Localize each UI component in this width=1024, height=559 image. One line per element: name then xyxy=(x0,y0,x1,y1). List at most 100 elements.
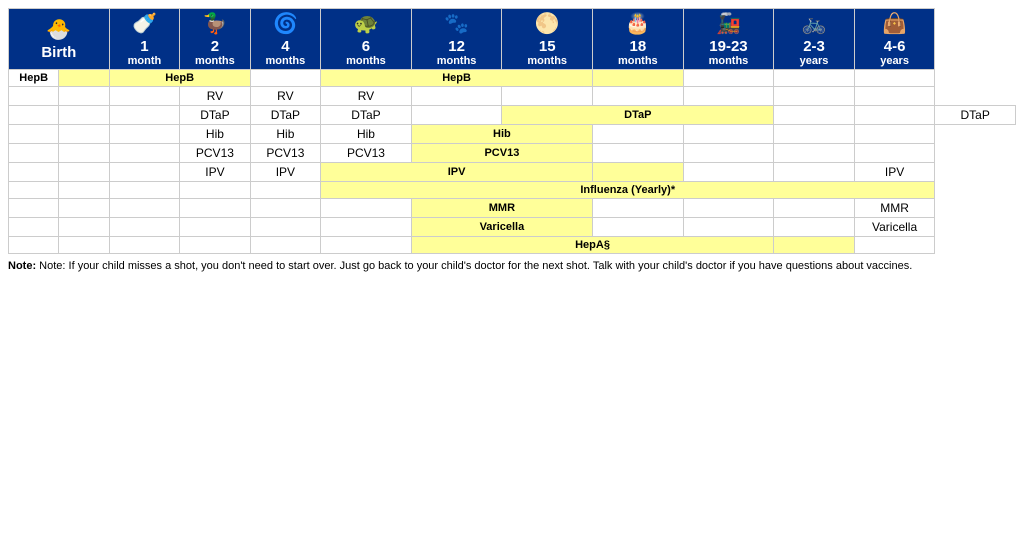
cell-hib-birth xyxy=(59,125,109,144)
cell-influenza-birth xyxy=(59,182,109,199)
vaccine-label-hepb: HepB xyxy=(9,70,59,87)
cell-ipv-18m xyxy=(593,163,684,182)
cell-pcv13-2m: PCV13 xyxy=(180,144,250,163)
cell-hepa-23y xyxy=(774,237,855,254)
col-header-1month: 🍼 1 month xyxy=(109,9,179,70)
col-header-15months: 🌕 15 months xyxy=(502,9,593,70)
cell-ipv-46y: IPV xyxy=(854,163,935,182)
cell-hib-6m: Hib xyxy=(321,125,412,144)
cell-dtap-6m: DTaP xyxy=(321,106,412,125)
cell-hib-1m xyxy=(109,125,179,144)
cell-pcv13-1m xyxy=(109,144,179,163)
cell-pcv13-23y xyxy=(774,144,855,163)
cell-varicella-2m xyxy=(180,218,250,237)
cell-rv-18m xyxy=(593,87,684,106)
table-row: Influenza (Yearly)* xyxy=(9,182,1016,199)
vaccine-label-varicella xyxy=(9,218,59,237)
cell-pcv13-19m xyxy=(683,144,774,163)
19-23months-icon: 🚂 xyxy=(686,11,772,36)
cell-ipv-23y xyxy=(774,163,855,182)
col-header-2months: 🦆 2 months xyxy=(180,9,250,70)
cell-rv-2m: RV xyxy=(180,87,250,106)
note-label: Note: xyxy=(8,260,36,272)
cell-rv-19m xyxy=(683,87,774,106)
cell-dtap-4m: DTaP xyxy=(250,106,320,125)
cell-rv-15m xyxy=(502,87,593,106)
vaccine-label-hib xyxy=(9,125,59,144)
cell-dtap-2m: DTaP xyxy=(180,106,250,125)
cell-pcv13-4m: PCV13 xyxy=(250,144,320,163)
vaccine-label-rv xyxy=(9,87,59,106)
cell-mmr-1m xyxy=(109,199,179,218)
col-header-19-23months: 🚂 19-23 months xyxy=(683,9,774,70)
vaccine-label-hepa xyxy=(9,237,59,254)
cell-hepb-19m xyxy=(683,70,774,87)
cell-mmr-19m xyxy=(683,199,774,218)
cell-varicella-birth xyxy=(59,218,109,237)
cell-mmr-12-15m: MMR xyxy=(411,199,592,218)
cell-varicella-12-15m: Varicella xyxy=(411,218,592,237)
cell-pcv13-12-15m: PCV13 xyxy=(411,144,592,163)
cell-rv-46y xyxy=(854,87,935,106)
cell-hepa-12-19m: HepA§ xyxy=(411,237,774,254)
4months-icon: 🌀 xyxy=(253,11,318,36)
cell-rv-12m xyxy=(411,87,502,106)
cell-hepa-4m xyxy=(250,237,320,254)
col-header-4-6years: 👜 4-6 years xyxy=(854,9,935,70)
cell-hepb-46y xyxy=(854,70,935,87)
cell-dtap-15-18m: DTaP xyxy=(502,106,774,125)
cell-rv-23y xyxy=(774,87,855,106)
cell-influenza-2m xyxy=(180,182,250,199)
footnote: Note: Note: If your child misses a shot,… xyxy=(8,260,1016,272)
table-row: Varicella Varicella xyxy=(9,218,1016,237)
vaccine-label-ipv xyxy=(9,163,59,182)
1month-icon: 🍼 xyxy=(112,11,177,36)
birth-icon: 🐣 xyxy=(11,17,107,42)
cell-pcv13-birth xyxy=(59,144,109,163)
cell-rv-1m xyxy=(109,87,179,106)
cell-varicella-19m xyxy=(683,218,774,237)
col-header-birth: 🐣 Birth xyxy=(9,9,110,70)
cell-hib-4m: Hib xyxy=(250,125,320,144)
table-row: PCV13 PCV13 PCV13 PCV13 xyxy=(9,144,1016,163)
cell-ipv-2m: IPV xyxy=(180,163,250,182)
cell-hepb-6m: HepB xyxy=(321,70,593,87)
cell-rv-4m: RV xyxy=(250,87,320,106)
cell-dtap-23y xyxy=(854,106,935,125)
cell-mmr-23y xyxy=(774,199,855,218)
6months-icon: 🐢 xyxy=(323,11,409,36)
table-row: RV RV RV xyxy=(9,87,1016,106)
cell-hib-2m: Hib xyxy=(180,125,250,144)
cell-rv-6m: RV xyxy=(321,87,412,106)
table-row: IPV IPV IPV IPV xyxy=(9,163,1016,182)
table-row: DTaP DTaP DTaP DTaP DTaP xyxy=(9,106,1016,125)
cell-varicella-18m xyxy=(593,218,684,237)
cell-varicella-46y: Varicella xyxy=(854,218,935,237)
cell-hib-18m xyxy=(593,125,684,144)
cell-ipv-4m: IPV xyxy=(250,163,320,182)
cell-hepb-23y xyxy=(774,70,855,87)
cell-dtap-19m xyxy=(774,106,855,125)
vaccine-label-mmr xyxy=(9,199,59,218)
cell-mmr-46y: MMR xyxy=(854,199,935,218)
cell-varicella-1m xyxy=(109,218,179,237)
vaccine-label-influenza xyxy=(9,182,59,199)
table-row: HepB HepB HepB xyxy=(9,70,1016,87)
cell-ipv-birth xyxy=(59,163,109,182)
cell-hib-12-15m: Hib xyxy=(411,125,592,144)
col-header-18months: 🎂 18 months xyxy=(593,9,684,70)
18months-icon: 🎂 xyxy=(595,11,681,36)
cell-hepa-1m xyxy=(109,237,179,254)
cell-pcv13-18m xyxy=(593,144,684,163)
table-row: Hib Hib Hib Hib xyxy=(9,125,1016,144)
cell-hepa-6m xyxy=(321,237,412,254)
cell-influenza-1m xyxy=(109,182,179,199)
cell-hib-46y xyxy=(854,125,935,144)
cell-hepa-46y xyxy=(854,237,935,254)
table-row: MMR MMR xyxy=(9,199,1016,218)
cell-mmr-birth xyxy=(59,199,109,218)
cell-ipv-1m xyxy=(109,163,179,182)
table-row: HepA§ xyxy=(9,237,1016,254)
cell-hepa-2m xyxy=(180,237,250,254)
cell-varicella-4m xyxy=(250,218,320,237)
